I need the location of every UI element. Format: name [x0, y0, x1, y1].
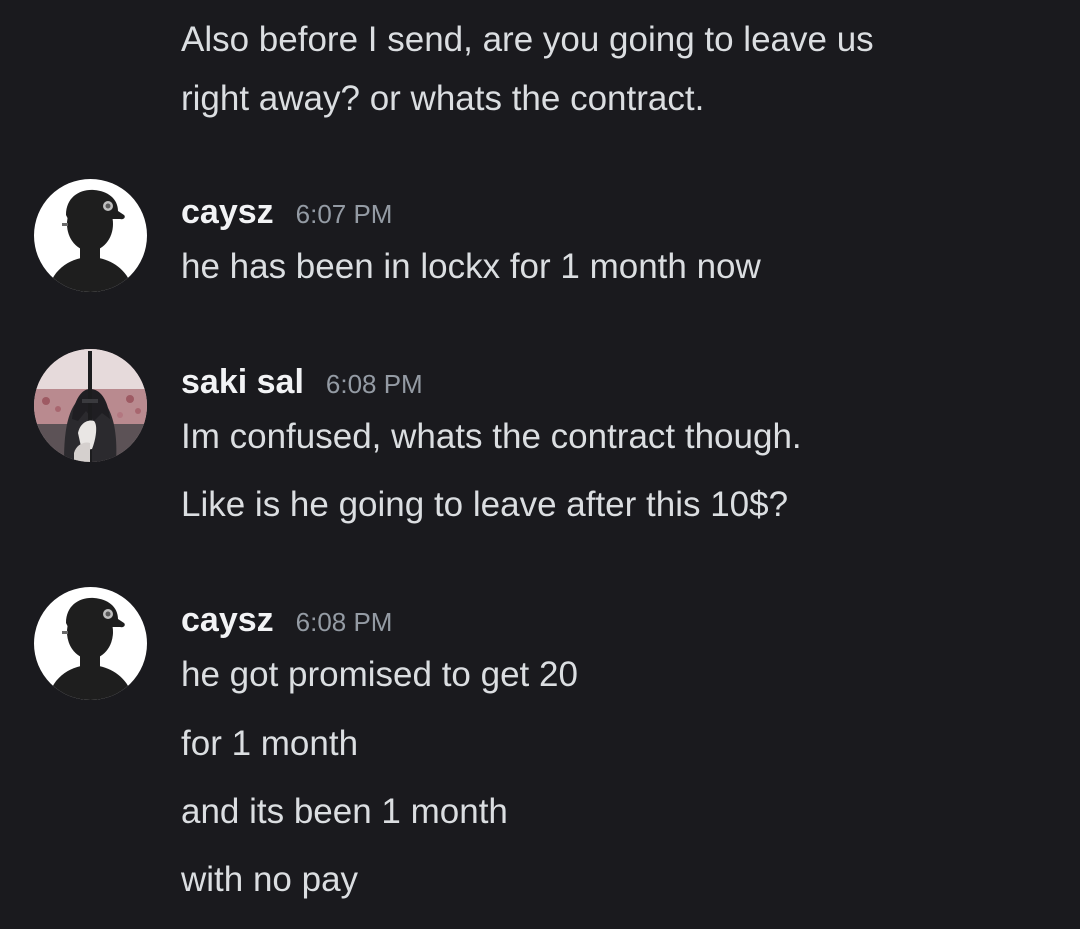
username[interactable]: saki sal — [181, 365, 304, 399]
user-avatar[interactable] — [34, 349, 147, 462]
username[interactable]: caysz — [181, 603, 274, 637]
message-line: Im confused, whats the contract though. — [181, 417, 802, 456]
message-header: saki sal 6:08 PM — [181, 365, 423, 399]
timestamp: 6:07 PM — [295, 199, 393, 229]
message-line: Also before I send, are you going to lea… — [181, 20, 874, 59]
message-line: and its been 1 month — [181, 792, 508, 831]
user-avatar[interactable] — [34, 587, 147, 700]
message-line: he got promised to get 20 — [181, 655, 578, 694]
message-line: he has been in lockx for 1 month now — [181, 247, 761, 286]
username[interactable]: caysz — [181, 195, 274, 229]
message-line: with no pay — [181, 860, 359, 899]
message-line: for 1 month — [181, 724, 359, 763]
message-header: caysz 6:08 PM — [181, 603, 392, 637]
timestamp: 6:08 PM — [325, 369, 423, 399]
message-header: caysz 6:07 PM — [181, 195, 392, 229]
silhouette-cap-avatar-icon — [34, 587, 147, 700]
anime-swordsman-avatar-icon — [34, 349, 147, 462]
message-line: right away? or whats the contract. — [181, 79, 705, 118]
user-avatar[interactable] — [34, 179, 147, 292]
message-line: Like is he going to leave after this 10$… — [181, 485, 789, 524]
timestamp: 6:08 PM — [295, 607, 393, 637]
silhouette-cap-avatar-icon — [34, 179, 147, 292]
